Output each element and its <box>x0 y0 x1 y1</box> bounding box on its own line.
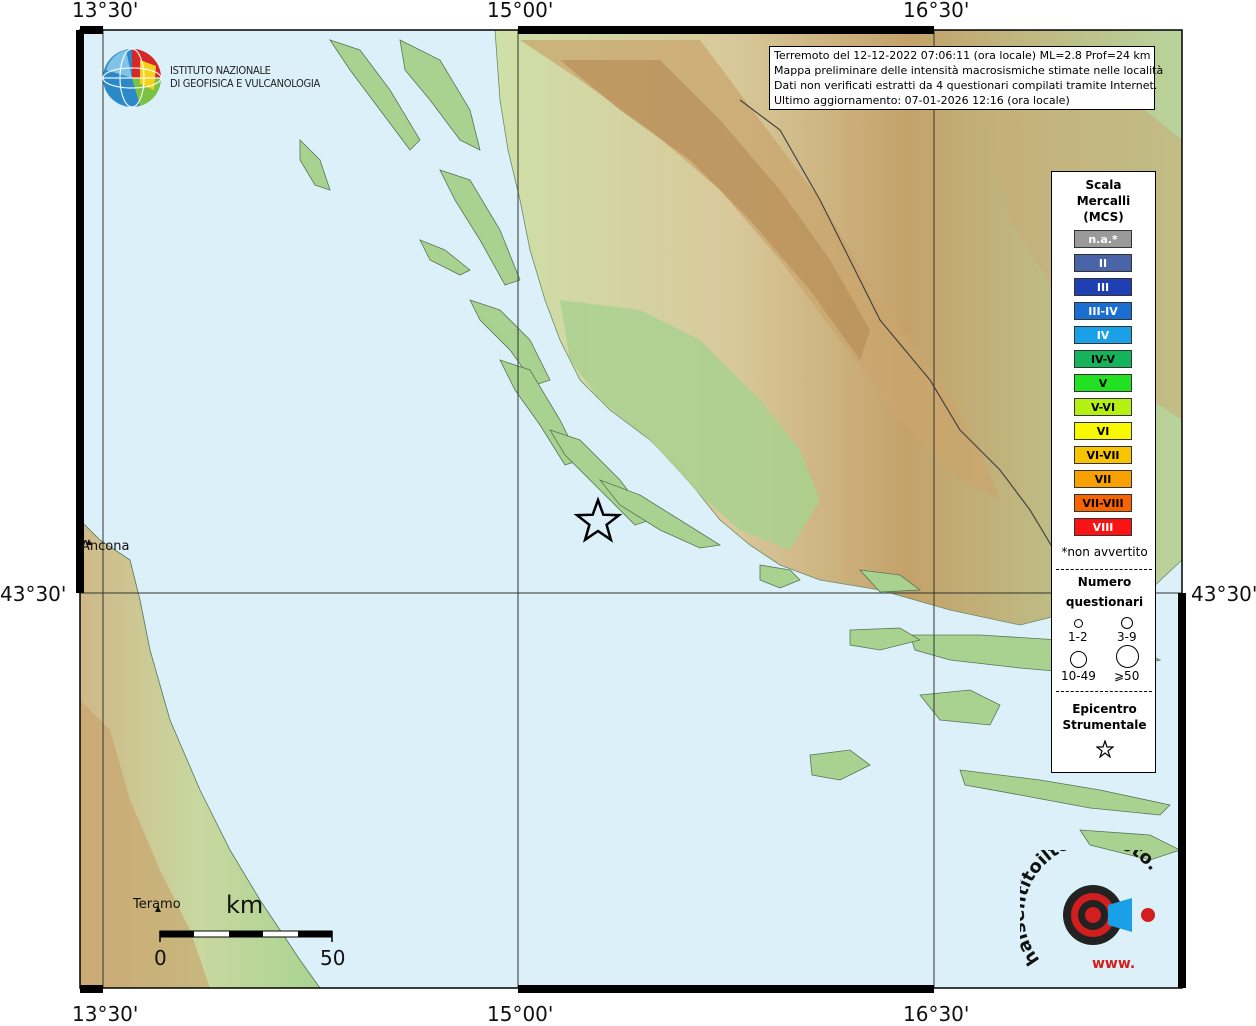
mcs-level-2: III <box>1074 278 1132 296</box>
circle-size-1 <box>1074 619 1083 628</box>
lat-tick-left: 43°30' <box>0 582 67 606</box>
scale-start: 0 <box>154 946 167 970</box>
scale-end: 50 <box>320 946 346 970</box>
legend-divider-2 <box>1056 691 1152 692</box>
ingv-line-1: ISTITUTO NAZIONALE <box>170 64 271 77</box>
legend-title-2: Mercalli <box>1076 194 1131 208</box>
ingv-logo-text: ISTITUTO NAZIONALE DI GEOFISICA E VULCAN… <box>170 64 320 90</box>
city-ancona: Ancona <box>81 539 130 554</box>
legend-divider-1 <box>1056 569 1152 570</box>
svg-text:haisentitoilterremoto.it: haisentitoilterremoto.it <box>1020 850 1163 969</box>
circle-label-4: ⩾50 <box>1114 669 1140 683</box>
lon-tick-bottom-3: 16°30' <box>903 1002 970 1026</box>
epicenter-title-1: Epicentro <box>1072 702 1137 716</box>
scale-unit: km <box>226 891 264 919</box>
hsit-www: www. <box>1092 956 1135 972</box>
mcs-level-6: V <box>1074 374 1132 392</box>
lon-tick-top-3: 16°30' <box>903 0 970 22</box>
circle-label-1: 1-2 <box>1068 630 1088 644</box>
mcs-level-3: III-IV <box>1074 302 1132 320</box>
mcs-level-7: V-VI <box>1074 398 1132 416</box>
event-line-3: Dati non verificati estratti da 4 questi… <box>774 79 1158 92</box>
lon-tick-top-2: 15°00' <box>487 0 554 22</box>
epicenter-legend-star-icon <box>1096 740 1114 758</box>
circle-size-4 <box>1116 645 1139 668</box>
hsit-text: haisentitoilterremoto.it <box>1020 850 1163 969</box>
mcs-level-8: VI <box>1074 422 1132 440</box>
not-felt-note: *non avvertito <box>1061 545 1148 559</box>
mcs-level-10: VII <box>1074 470 1132 488</box>
event-line-2: Mappa preliminare delle intensità macros… <box>774 64 1164 77</box>
mcs-level-0: n.a.* <box>1074 230 1132 248</box>
mcs-level-11: VII-VIII <box>1074 494 1132 512</box>
circle-label-3: 10-49 <box>1061 669 1096 683</box>
event-line-1: Terremoto del 12-12-2022 07:06:11 (ora l… <box>774 49 1151 62</box>
legend-title-3: (MCS) <box>1083 210 1124 224</box>
circle-size-2 <box>1121 617 1133 629</box>
mcs-level-12: VIII <box>1074 518 1132 536</box>
legend-title-1: Scala <box>1085 178 1122 192</box>
questionnaire-title-2: questionari <box>1065 595 1144 609</box>
questionnaire-title-1: Numero <box>1077 575 1132 589</box>
lat-tick-right: 43°30' <box>1191 582 1256 606</box>
mcs-level-4: IV <box>1074 326 1132 344</box>
city-teramo: Teramo <box>133 897 181 912</box>
ingv-line-2: DI GEOFISICA E VULCANOLOGIA <box>170 77 320 90</box>
circle-label-2: 3-9 <box>1117 630 1137 644</box>
ingv-logo-globe <box>102 48 162 108</box>
lon-tick-bottom-1: 13°30' <box>72 1002 139 1026</box>
lon-tick-top-1: 13°30' <box>72 0 139 22</box>
epicenter-title-2: Strumentale <box>1062 718 1147 732</box>
mcs-level-5: IV-V <box>1074 350 1132 368</box>
event-line-4: Ultimo aggiornamento: 07-01-2026 12:16 (… <box>774 94 1070 107</box>
event-info-box: Terremoto del 12-12-2022 07:06:11 (ora l… <box>769 46 1164 110</box>
lon-tick-bottom-2: 15°00' <box>487 1002 554 1026</box>
hsit-logo-text: haisentitoilterremoto.it www. <box>1020 850 1163 972</box>
circle-size-3 <box>1070 651 1087 668</box>
mcs-level-1: II <box>1074 254 1132 272</box>
mcs-level-9: VI-VII <box>1074 446 1132 464</box>
legend-panel: Scala Mercalli (MCS) n.a.* II III III-IV IV I… <box>1051 171 1156 773</box>
